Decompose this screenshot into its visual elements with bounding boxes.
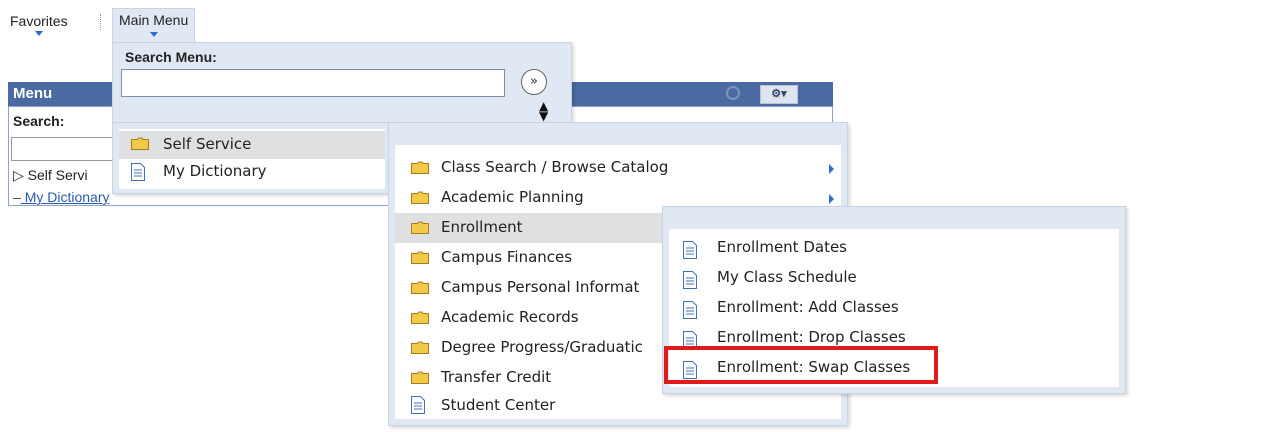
menu-item-self-service[interactable]: Self Service	[119, 131, 385, 159]
menu-item-label: Student Center	[441, 396, 556, 414]
document-icon	[683, 271, 697, 289]
folder-icon	[411, 371, 429, 384]
chevron-down-icon	[34, 31, 43, 36]
chevron-right-icon	[829, 164, 834, 174]
menu-item-label: Transfer Credit	[441, 368, 552, 386]
folder-icon	[411, 281, 429, 294]
menu-item-label: Campus Personal Informat	[441, 278, 640, 296]
menu-item-label: Degree Progress/Graduatic	[441, 338, 643, 356]
menu-item-label: Self Service	[163, 135, 252, 153]
document-icon	[411, 396, 425, 414]
main-menu-dropdown: Search Menu: » ▲ ▼	[112, 42, 572, 124]
document-icon	[131, 163, 145, 181]
main-menu-tab-label: Main Menu	[119, 12, 189, 28]
menu-item-label: Campus Finances	[441, 248, 573, 266]
menu-item-my-dictionary[interactable]: My Dictionary	[119, 160, 385, 188]
folder-icon	[411, 191, 429, 204]
menu-item-label: Class Search / Browse Catalog	[441, 158, 669, 176]
search-go-button[interactable]: »	[521, 69, 547, 95]
document-icon	[683, 241, 697, 259]
menu-tree-item-my-dictionary[interactable]: – My Dictionary	[13, 189, 109, 205]
folder-icon	[411, 221, 429, 234]
double-chevron-right-icon: »	[530, 74, 538, 89]
menu-tree-label: My Dictionary	[24, 189, 110, 205]
main-menu-tab[interactable]: Main Menu	[112, 8, 196, 43]
menu-item-label: Academic Planning	[441, 188, 584, 206]
favorites-menu-tab[interactable]: Favorites	[4, 10, 74, 36]
menu-item-label: Enrollment Dates	[717, 238, 847, 256]
nav-separator	[100, 14, 101, 30]
favorites-tab-label: Favorites	[10, 13, 68, 29]
menu-item-label: My Dictionary	[163, 162, 267, 180]
highlight-box	[664, 346, 938, 384]
document-icon	[683, 301, 697, 319]
dash-icon: –	[13, 189, 21, 205]
folder-icon	[411, 161, 429, 174]
chevron-down-icon	[149, 32, 158, 37]
menu-item-label: Enrollment: Add Classes	[717, 298, 899, 316]
menu-item-student-center[interactable]: Student Center	[395, 391, 841, 421]
refresh-icon[interactable]	[726, 86, 740, 100]
menu-tree-item-self-service[interactable]: ▷ Self Servi	[13, 167, 88, 184]
menu-level-1: Self Service My Dictionary	[112, 122, 392, 194]
menu-item-class-search[interactable]: Class Search / Browse Catalog	[395, 153, 841, 183]
search-menu-input[interactable]	[121, 69, 505, 97]
folder-icon	[411, 311, 429, 324]
folder-icon	[131, 137, 149, 150]
menu-item-label: Enrollment: Drop Classes	[717, 328, 906, 346]
chevron-right-icon	[829, 194, 834, 204]
gear-icon[interactable]: ⚙▾	[760, 85, 798, 104]
menu-level-1-list: Self Service My Dictionary	[119, 129, 385, 189]
folder-icon	[411, 341, 429, 354]
menu-item-my-class-schedule[interactable]: My Class Schedule	[669, 263, 1119, 293]
menu-pagelet-title: Menu	[13, 85, 53, 102]
menu-item-label: Enrollment	[441, 218, 523, 236]
menu-item-label: Academic Records	[441, 308, 579, 326]
menu-item-add-classes[interactable]: Enrollment: Add Classes	[669, 293, 1119, 323]
menu-tree-label: Self Servi	[27, 167, 88, 183]
folder-icon	[411, 251, 429, 264]
search-menu-label: Search Menu:	[125, 49, 217, 65]
menu-search-input[interactable]	[11, 137, 123, 161]
menu-search-label: Search:	[13, 113, 65, 129]
sort-updown-icon[interactable]: ▲ ▼	[539, 100, 548, 122]
menu-item-label: My Class Schedule	[717, 268, 857, 286]
expand-triangle-icon: ▷	[13, 167, 24, 183]
menu-item-enrollment-dates[interactable]: Enrollment Dates	[669, 233, 1119, 263]
